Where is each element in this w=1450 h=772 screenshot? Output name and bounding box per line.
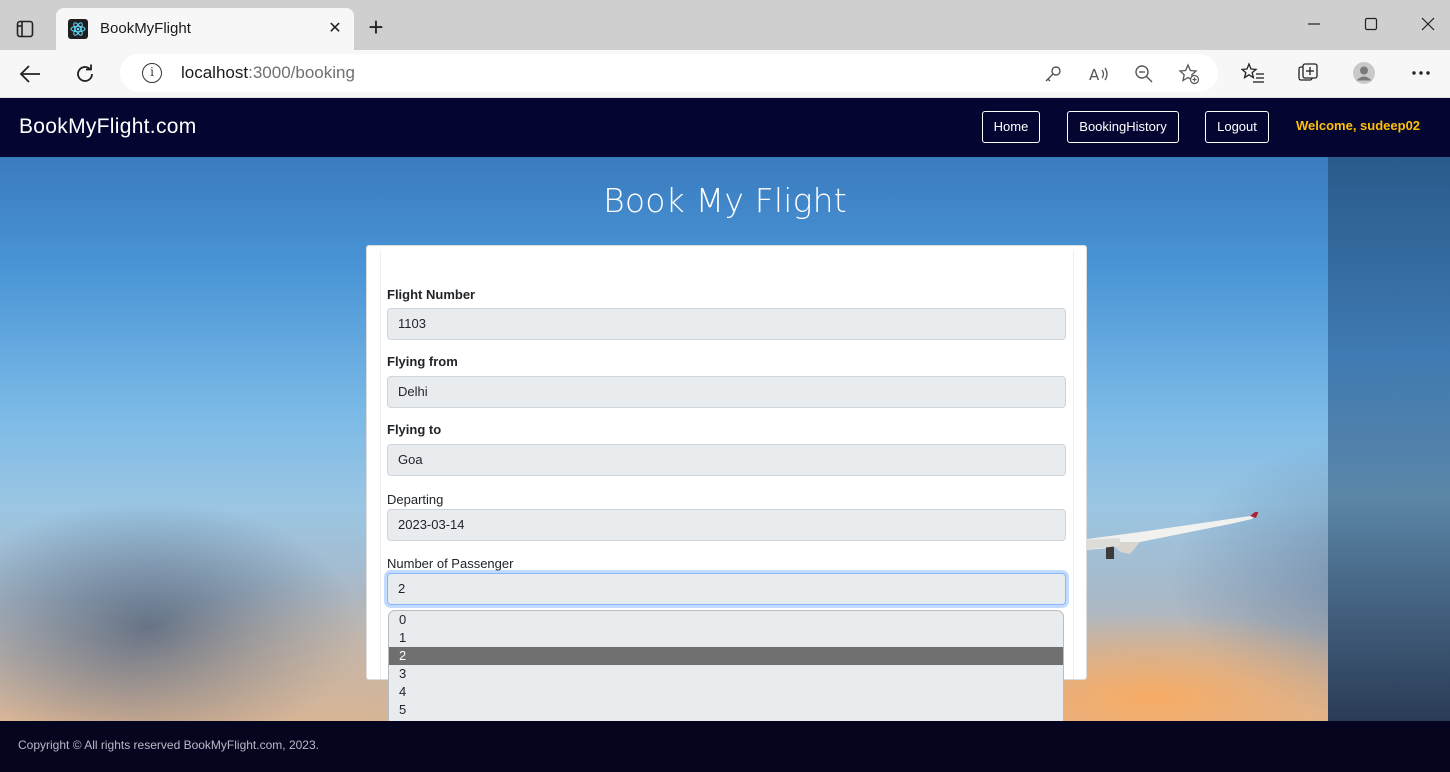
more-menu-icon[interactable] bbox=[1408, 60, 1434, 86]
collections-icon[interactable] bbox=[1295, 60, 1321, 86]
flying-from-field[interactable]: Delhi bbox=[387, 376, 1066, 408]
welcome-message: Welcome, sudeep02 bbox=[1296, 118, 1421, 133]
brand-logo[interactable]: BookMyFlight.com bbox=[19, 115, 197, 139]
add-favorite-icon[interactable] bbox=[1178, 63, 1200, 85]
departing-label: Departing bbox=[387, 492, 444, 507]
app-navbar: BookMyFlight.com Home BookingHistory Log… bbox=[0, 98, 1450, 157]
profile-avatar-icon[interactable] bbox=[1351, 60, 1377, 86]
url-text: localhost:3000/booking bbox=[181, 63, 355, 83]
nav-booking-history-button[interactable]: BookingHistory bbox=[1067, 111, 1179, 143]
key-icon[interactable] bbox=[1042, 63, 1064, 85]
url-path: :3000/booking bbox=[248, 63, 355, 82]
page-title: Book My Flight bbox=[603, 181, 847, 220]
refresh-icon[interactable] bbox=[70, 59, 100, 89]
nav-home-button[interactable]: Home bbox=[982, 111, 1040, 143]
dropdown-option[interactable]: 3 bbox=[389, 665, 1063, 683]
page-footer: Copyright © All rights reserved BookMyFl… bbox=[0, 721, 1450, 772]
dropdown-option[interactable]: 5 bbox=[389, 701, 1063, 719]
maximize-icon[interactable] bbox=[1356, 10, 1386, 38]
dropdown-option[interactable]: 1 bbox=[389, 629, 1063, 647]
flying-from-label: Flying from bbox=[387, 354, 458, 369]
flying-to-field[interactable]: Goa bbox=[387, 444, 1066, 476]
dropdown-option-selected[interactable]: 2 bbox=[389, 647, 1063, 665]
passenger-count-select[interactable]: 2 bbox=[387, 573, 1066, 605]
address-bar[interactable]: i localhost:3000/booking A bbox=[120, 54, 1218, 92]
browser-tab[interactable]: BookMyFlight ✕ bbox=[56, 8, 354, 50]
close-window-icon[interactable] bbox=[1413, 10, 1443, 38]
departing-date-field[interactable]: 2023-03-14 bbox=[387, 509, 1066, 541]
airplane-image bbox=[1080, 512, 1259, 559]
browser-tab-bar: BookMyFlight ✕ + bbox=[0, 0, 1450, 50]
svg-text:A: A bbox=[1089, 66, 1100, 84]
flight-number-label: Flight Number bbox=[387, 287, 476, 302]
url-host: localhost bbox=[181, 63, 249, 82]
back-arrow-icon[interactable] bbox=[15, 59, 45, 89]
flight-number-field[interactable]: 1103 bbox=[387, 308, 1066, 340]
zoom-out-icon[interactable] bbox=[1133, 63, 1155, 85]
passenger-count-label: Number of Passenger bbox=[387, 556, 514, 571]
background-strip bbox=[1328, 157, 1450, 721]
browser-toolbar: i localhost:3000/booking A bbox=[0, 50, 1450, 98]
dropdown-option[interactable]: 4 bbox=[389, 683, 1063, 701]
minimize-icon[interactable] bbox=[1299, 10, 1329, 38]
site-info-icon[interactable]: i bbox=[142, 63, 162, 83]
flying-to-label: Flying to bbox=[387, 422, 442, 437]
nav-logout-button[interactable]: Logout bbox=[1205, 111, 1269, 143]
copyright-text: Copyright © All rights reserved BookMyFl… bbox=[18, 738, 319, 752]
tab-actions-icon[interactable] bbox=[10, 14, 40, 44]
dropdown-option[interactable]: 0 bbox=[389, 611, 1063, 629]
react-logo-icon bbox=[68, 19, 88, 39]
favorites-icon[interactable] bbox=[1240, 60, 1266, 86]
tab-title: BookMyFlight bbox=[100, 20, 191, 37]
read-aloud-icon[interactable]: A bbox=[1088, 63, 1110, 85]
passenger-count-dropdown: 0 1 2 3 4 5 6 bbox=[388, 610, 1064, 737]
new-tab-icon[interactable]: + bbox=[362, 14, 390, 42]
close-tab-icon[interactable]: ✕ bbox=[326, 20, 344, 38]
